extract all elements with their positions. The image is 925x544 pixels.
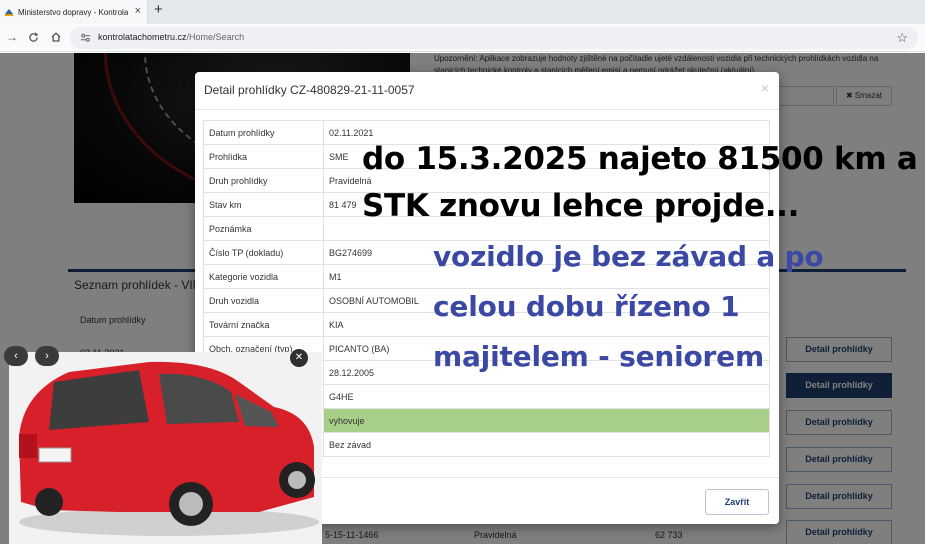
detail-label: Datum prohlídky: [203, 120, 324, 145]
favicon-icon: [5, 9, 13, 16]
close-button[interactable]: Zavřít: [705, 489, 769, 515]
next-arrow-icon[interactable]: ›: [35, 346, 59, 366]
tail-light: [19, 434, 37, 458]
tab-close-icon[interactable]: ×: [135, 5, 141, 17]
url-path: /Home/Search: [186, 32, 245, 42]
tab-title: Ministerstvo dopravy - Kontrola: [18, 7, 128, 17]
detail-label: Prohlídka: [203, 144, 324, 169]
caption-line-1: do 15.3.2025 najeto 81500 km a: [362, 141, 918, 177]
prev-arrow-icon[interactable]: ‹: [4, 346, 28, 366]
detail-label: Druh prohlídky: [203, 168, 324, 193]
site-settings-icon[interactable]: [80, 32, 91, 43]
caption-line-5: majitelem - seniorem: [433, 340, 764, 373]
bookmark-star-icon[interactable]: ☆: [896, 30, 908, 46]
detail-label: Tovární značka: [203, 312, 324, 337]
back-icon[interactable]: →: [6, 30, 18, 44]
navigation-bar: → kontrolatachometru.cz/Home/Search ☆: [0, 24, 925, 52]
car-image: [9, 352, 322, 544]
detail-label: Kategorie vozidla: [203, 264, 324, 289]
modal-header: Detail prohlídky CZ-480829-21-11-0057 ×: [195, 72, 779, 110]
modal-title: Detail prohlídky CZ-480829-21-11-0057: [204, 83, 415, 97]
detail-value: Bez závad: [323, 432, 770, 457]
detail-label: Poznámka: [203, 216, 324, 241]
home-icon[interactable]: [50, 31, 62, 43]
caption-line-3: vozidlo je bez závad a po: [433, 240, 824, 273]
browser-tab[interactable]: Ministerstvo dopravy - Kontrola ×: [0, 0, 148, 24]
tab-strip: Ministerstvo dopravy - Kontrola × +: [0, 0, 925, 24]
detail-label: Číslo TP (dokladu): [203, 240, 324, 265]
new-tab-icon[interactable]: +: [154, 1, 163, 18]
detail-value: G4HE: [323, 384, 770, 409]
license-plate: [38, 447, 72, 463]
address-bar[interactable]: kontrolatachometru.cz/Home/Search ☆: [70, 27, 918, 49]
close-icon[interactable]: ×: [761, 80, 769, 96]
caption-line-2: STK znovu lehce projde...: [362, 188, 800, 224]
url-text[interactable]: kontrolatachometru.cz/Home/Search: [98, 32, 244, 42]
detail-value: vyhovuje: [323, 408, 770, 433]
close-photo-icon[interactable]: ✕: [290, 349, 308, 367]
detail-label: Stav km: [203, 192, 324, 217]
url-host: kontrolatachometru.cz: [98, 32, 187, 42]
caption-line-4: celou dobu řízeno 1: [433, 290, 740, 323]
car-photo: [9, 352, 322, 544]
detail-label: Druh vozidla: [203, 288, 324, 313]
reload-icon[interactable]: [28, 32, 39, 43]
